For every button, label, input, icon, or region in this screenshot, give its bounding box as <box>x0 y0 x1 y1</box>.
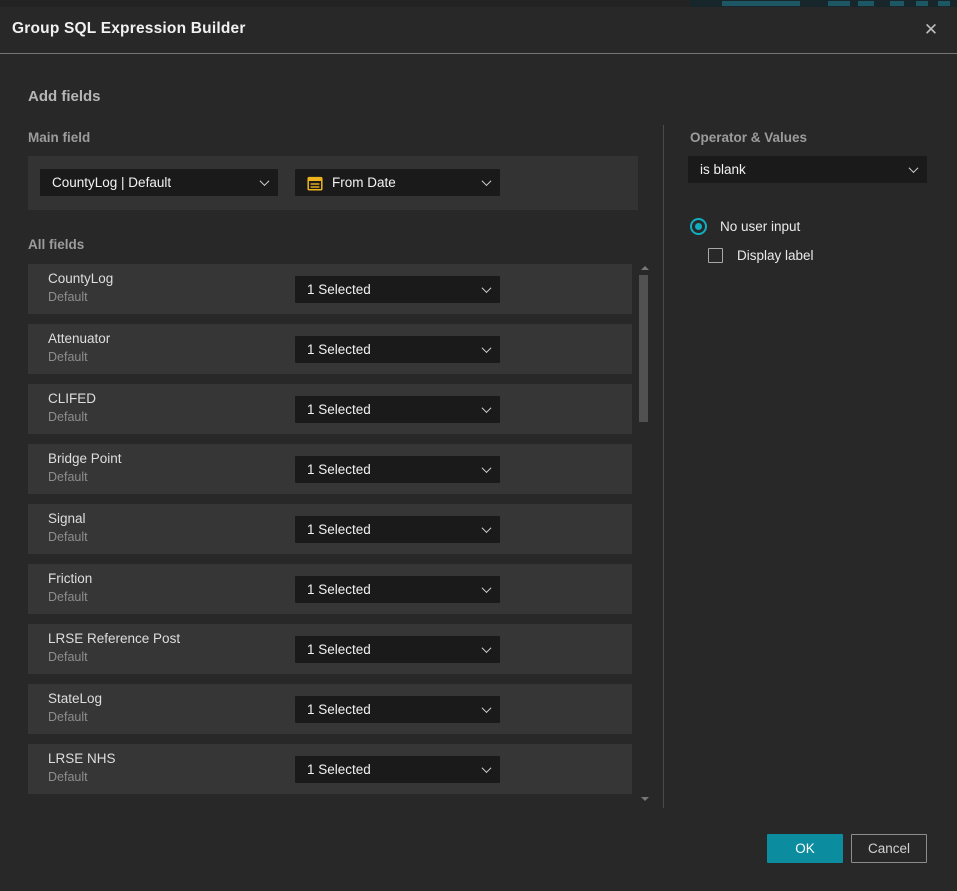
all-fields-list: CountyLog Default 1 Selected Attenuator … <box>28 264 632 804</box>
field-name: Bridge Point <box>48 451 122 466</box>
field-selected-dropdown[interactable]: 1 Selected <box>295 756 500 783</box>
field-name: StateLog <box>48 691 102 706</box>
field-sublabel: Default <box>48 530 88 544</box>
panel-divider <box>663 125 664 808</box>
cancel-button[interactable]: Cancel <box>851 834 927 863</box>
field-selected-dropdown[interactable]: 1 Selected <box>295 396 500 423</box>
no-user-input-radio[interactable]: No user input <box>690 218 800 235</box>
field-selected-value: 1 Selected <box>307 342 475 357</box>
field-row: Friction Default 1 Selected <box>28 564 632 614</box>
field-selected-dropdown[interactable]: 1 Selected <box>295 636 500 663</box>
field-row: StateLog Default 1 Selected <box>28 684 632 734</box>
field-selected-value: 1 Selected <box>307 402 475 417</box>
field-sublabel: Default <box>48 770 88 784</box>
add-fields-heading: Add fields <box>28 88 101 105</box>
chevron-down-icon <box>482 583 492 593</box>
field-selected-value: 1 Selected <box>307 702 475 717</box>
dialog-header: Group SQL Expression Builder ✕ <box>0 7 957 54</box>
chevron-down-icon <box>482 463 492 473</box>
field-sublabel: Default <box>48 350 88 364</box>
main-field-source-select[interactable]: CountyLog | Default <box>40 169 278 196</box>
main-field-source-value: CountyLog | Default <box>52 175 253 190</box>
chevron-down-icon <box>482 643 492 653</box>
checkbox-unchecked-icon <box>708 248 723 263</box>
field-sublabel: Default <box>48 410 88 424</box>
field-row: Signal Default 1 Selected <box>28 504 632 554</box>
field-row: CLIFED Default 1 Selected <box>28 384 632 434</box>
chevron-down-icon <box>482 176 492 186</box>
background-app-toolbar <box>690 0 957 7</box>
field-row: LRSE Reference Post Default 1 Selected <box>28 624 632 674</box>
scrollbar-up-arrow-icon[interactable] <box>641 266 649 270</box>
field-list-scrollbar[interactable] <box>639 264 649 801</box>
operator-select-value: is blank <box>700 162 902 177</box>
field-sublabel: Default <box>48 290 88 304</box>
dialog-title: Group SQL Expression Builder <box>12 20 246 38</box>
scrollbar-thumb[interactable] <box>639 275 648 422</box>
no-user-input-label: No user input <box>720 219 800 234</box>
field-selected-dropdown[interactable]: 1 Selected <box>295 276 500 303</box>
field-name: LRSE NHS <box>48 751 116 766</box>
radio-selected-icon <box>690 218 707 235</box>
field-sublabel: Default <box>48 470 88 484</box>
main-field-field-value: From Date <box>332 175 475 190</box>
chevron-down-icon <box>482 283 492 293</box>
field-name: LRSE Reference Post <box>48 631 180 646</box>
field-name: CLIFED <box>48 391 96 406</box>
screen: Group SQL Expression Builder ✕ Add field… <box>0 0 957 891</box>
operator-select[interactable]: is blank <box>688 156 927 183</box>
scrollbar-down-arrow-icon[interactable] <box>641 797 649 801</box>
field-selected-dropdown[interactable]: 1 Selected <box>295 696 500 723</box>
display-label-checkbox[interactable]: Display label <box>708 248 814 263</box>
field-selected-dropdown[interactable]: 1 Selected <box>295 336 500 363</box>
group-sql-expression-builder-dialog: Group SQL Expression Builder ✕ Add field… <box>0 7 957 891</box>
calendar-icon <box>307 175 323 191</box>
chevron-down-icon <box>482 403 492 413</box>
field-selected-dropdown[interactable]: 1 Selected <box>295 576 500 603</box>
app-toolbar-fragment <box>828 1 850 6</box>
chevron-down-icon <box>260 176 270 186</box>
field-name: Attenuator <box>48 331 110 346</box>
field-sublabel: Default <box>48 710 88 724</box>
chevron-down-icon <box>909 163 919 173</box>
field-selected-value: 1 Selected <box>307 522 475 537</box>
app-toolbar-fragment <box>890 1 904 6</box>
app-toolbar-fragment <box>916 1 928 6</box>
field-selected-dropdown[interactable]: 1 Selected <box>295 516 500 543</box>
field-selected-value: 1 Selected <box>307 462 475 477</box>
main-field-field-select[interactable]: From Date <box>295 169 500 196</box>
app-toolbar-fragment <box>938 1 950 6</box>
display-label-text: Display label <box>737 248 814 263</box>
chevron-down-icon <box>482 763 492 773</box>
field-row: Bridge Point Default 1 Selected <box>28 444 632 494</box>
field-row: LRSE NHS Default 1 Selected <box>28 744 632 794</box>
background-app-strip <box>0 0 957 7</box>
main-field-panel: CountyLog | Default From Date <box>28 156 638 210</box>
field-sublabel: Default <box>48 650 88 664</box>
field-sublabel: Default <box>48 590 88 604</box>
field-row: Attenuator Default 1 Selected <box>28 324 632 374</box>
field-selected-value: 1 Selected <box>307 762 475 777</box>
all-fields-label: All fields <box>28 237 84 252</box>
main-field-label: Main field <box>28 130 90 145</box>
chevron-down-icon <box>482 343 492 353</box>
app-toolbar-fragment <box>722 1 800 6</box>
field-selected-value: 1 Selected <box>307 642 475 657</box>
app-toolbar-fragment <box>858 1 874 6</box>
operator-values-heading: Operator & Values <box>690 130 807 145</box>
field-name: Friction <box>48 571 92 586</box>
field-row: CountyLog Default 1 Selected <box>28 264 632 314</box>
chevron-down-icon <box>482 523 492 533</box>
field-selected-value: 1 Selected <box>307 582 475 597</box>
close-icon[interactable]: ✕ <box>918 17 944 43</box>
chevron-down-icon <box>482 703 492 713</box>
ok-button[interactable]: OK <box>767 834 843 863</box>
field-name: Signal <box>48 511 86 526</box>
field-selected-dropdown[interactable]: 1 Selected <box>295 456 500 483</box>
field-selected-value: 1 Selected <box>307 282 475 297</box>
field-name: CountyLog <box>48 271 113 286</box>
